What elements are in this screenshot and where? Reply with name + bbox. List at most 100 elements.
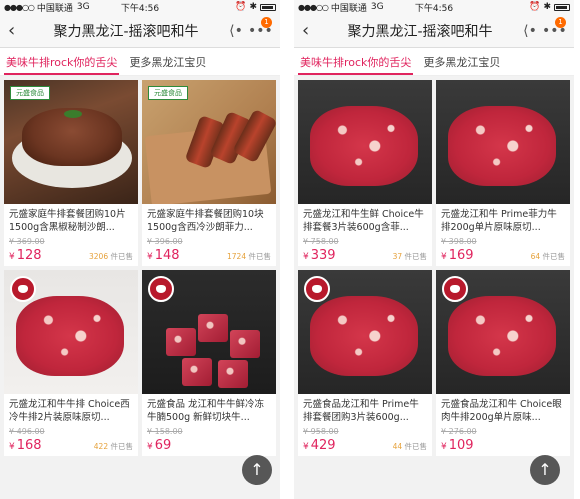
product-image: [436, 80, 570, 204]
product-card[interactable]: 元盛食品 龙江和牛牛鲜冷冻牛腩500g 新鲜切块牛... ¥ 158.00 ¥6…: [142, 270, 276, 456]
phone-screen-left: ●●●○○ 中国联通 3G 下午4:56 ⏰ ✱ ‹ 聚力黑龙江-摇滚吧和牛 ⟨…: [0, 0, 280, 499]
original-price: ¥ 398.00: [441, 237, 477, 246]
original-price: ¥ 369.00: [9, 237, 45, 246]
original-price: ¥ 958.00: [303, 427, 339, 436]
sale-price: 109: [448, 438, 474, 453]
carrier-name: 中国联通: [330, 3, 367, 14]
currency-symbol: ¥: [441, 252, 447, 262]
brand-logo-tag: 元盛食品: [10, 86, 50, 100]
sale-price: 148: [154, 248, 180, 263]
brand-logo-tag: 元盛食品: [148, 86, 188, 100]
status-time: 下午4:56: [120, 3, 160, 14]
notification-badge: 1: [261, 16, 272, 28]
signal-strength: ●●●○○: [4, 2, 35, 12]
sold-count: 44 件已售: [392, 442, 427, 451]
battery-icon: [260, 3, 276, 11]
product-image: [142, 270, 276, 394]
tab-steak-rock[interactable]: 美味牛排rock你的舌尖: [0, 48, 123, 75]
original-price: ¥ 758.00: [303, 237, 339, 246]
carrier-name: 中国联通: [36, 3, 73, 14]
sold-count: 422 件已售: [93, 442, 133, 451]
share-icon[interactable]: ⟨•: [518, 23, 542, 39]
nav-bar: ‹ 聚力黑龙江-摇滚吧和牛 ⟨• ••• 1: [0, 14, 280, 48]
share-icon[interactable]: ⟨•: [224, 23, 248, 39]
product-image: [436, 270, 570, 394]
product-title: 元盛食品龙江和牛 Choice眼肉牛排200g单片原味...: [441, 399, 562, 423]
product-image: [298, 270, 432, 394]
original-price: ¥ 396.00: [147, 237, 183, 246]
page-title: 聚力黑龙江-摇滚吧和牛: [53, 23, 199, 40]
product-card[interactable]: 元盛龙江和牛 Prime菲力牛排200g单片原味原切... ¥ 398.00 ¥…: [436, 80, 570, 266]
status-time: 下午4:56: [414, 3, 454, 14]
scroll-to-top-button[interactable]: ↑: [242, 455, 272, 485]
product-card[interactable]: 元盛龙江和牛生鲜 Choice牛排套餐3片装600g含菲... ¥ 758.00…: [298, 80, 432, 266]
brand-logo-icon: [304, 276, 330, 302]
scroll-to-top-button[interactable]: ↑: [530, 455, 560, 485]
status-bar: ●●●○○ 中国联通 3G 下午4:56 ⏰ ✱: [0, 0, 280, 14]
sale-price: 169: [448, 248, 474, 263]
sold-count: 37 件已售: [392, 252, 427, 261]
alarm-icon: ⏰: [529, 2, 541, 12]
currency-symbol: ¥: [9, 442, 15, 452]
phone-screen-right: ●●●○○ 中国联通 3G 下午4:56 ⏰ ✱ ‹ 聚力黑龙江-摇滚吧和牛 ⟨…: [294, 0, 574, 499]
brand-logo-icon: [10, 276, 36, 302]
more-icon[interactable]: ••• 1: [542, 16, 567, 39]
original-price: ¥ 496.00: [9, 427, 45, 436]
sale-price: 429: [310, 438, 336, 453]
product-card[interactable]: 元盛龙江和牛牛排 Choice西冷牛排2片装原味原切... ¥ 496.00 ¥…: [4, 270, 138, 456]
currency-symbol: ¥: [303, 252, 309, 262]
nav-bar: ‹ 聚力黑龙江-摇滚吧和牛 ⟨• ••• 1: [294, 14, 574, 48]
product-image: [298, 80, 432, 204]
currency-symbol: ¥: [147, 442, 153, 452]
product-title: 元盛家庭牛排套餐团购10片1500g含黑椒秘制沙朗...: [9, 209, 126, 233]
product-card[interactable]: 元盛食品 元盛家庭牛排套餐团购10块1500g含西冷沙朗菲力... ¥ 396.…: [142, 80, 276, 266]
original-price: ¥ 276.00: [441, 427, 477, 436]
tab-more-heilongjiang[interactable]: 更多黑龙江宝贝: [123, 48, 212, 75]
sold-count: 1724 件已售: [227, 252, 271, 261]
brand-logo-icon: [148, 276, 174, 302]
sale-price: 168: [16, 438, 42, 453]
tab-bar: 美味牛排rock你的舌尖 更多黑龙江宝贝: [0, 48, 280, 76]
product-image: 元盛食品: [4, 80, 138, 204]
brand-logo-icon: [442, 276, 468, 302]
tab-bar: 美味牛排rock你的舌尖 更多黑龙江宝贝: [294, 48, 574, 76]
tab-steak-rock[interactable]: 美味牛排rock你的舌尖: [294, 48, 417, 75]
sale-price: 128: [16, 248, 42, 263]
currency-symbol: ¥: [441, 442, 447, 452]
original-price: ¥ 158.00: [147, 427, 183, 436]
signal-strength: ●●●○○: [298, 2, 329, 12]
battery-icon: [554, 3, 570, 11]
more-icon[interactable]: ••• 1: [248, 16, 273, 39]
network-type: 3G: [370, 2, 384, 12]
back-button[interactable]: ‹: [8, 20, 28, 41]
status-bar: ●●●○○ 中国联通 3G 下午4:56 ⏰ ✱: [294, 0, 574, 14]
screenshot-stage: ●●●○○ 中国联通 3G 下午4:56 ⏰ ✱ ‹ 聚力黑龙江-摇滚吧和牛 ⟨…: [0, 0, 580, 499]
product-title: 元盛食品龙江和牛 Prime牛排套餐团购3片装600g...: [303, 399, 419, 423]
alarm-icon: ⏰: [235, 2, 247, 12]
product-grid: 元盛食品 元盛家庭牛排套餐团购10片1500g含黑椒秘制沙朗... ¥ 369.…: [0, 76, 280, 460]
tab-more-heilongjiang[interactable]: 更多黑龙江宝贝: [417, 48, 506, 75]
currency-symbol: ¥: [9, 252, 15, 262]
sale-price: 339: [310, 248, 336, 263]
back-button[interactable]: ‹: [302, 20, 322, 41]
sale-price: 69: [154, 438, 172, 453]
page-title: 聚力黑龙江-摇滚吧和牛: [347, 23, 493, 40]
notification-badge: 1: [555, 16, 566, 28]
product-card[interactable]: 元盛食品 元盛家庭牛排套餐团购10片1500g含黑椒秘制沙朗... ¥ 369.…: [4, 80, 138, 266]
bluetooth-icon: ✱: [543, 2, 551, 12]
product-image: [4, 270, 138, 394]
product-title: 元盛家庭牛排套餐团购10块1500g含西冷沙朗菲力...: [147, 209, 264, 233]
product-title: 元盛龙江和牛 Prime菲力牛排200g单片原味原切...: [441, 209, 557, 233]
product-title: 元盛食品 龙江和牛牛鲜冷冻牛腩500g 新鲜切块牛...: [147, 399, 265, 423]
product-title: 元盛龙江和牛生鲜 Choice牛排套餐3片装600g含菲...: [303, 209, 424, 233]
currency-symbol: ¥: [303, 442, 309, 452]
currency-symbol: ¥: [147, 252, 153, 262]
product-title: 元盛龙江和牛牛排 Choice西冷牛排2片装原味原切...: [9, 399, 130, 423]
sold-count: 64 件已售: [530, 252, 565, 261]
product-card[interactable]: 元盛食品龙江和牛 Prime牛排套餐团购3片装600g... ¥ 958.00 …: [298, 270, 432, 456]
product-grid: 元盛龙江和牛生鲜 Choice牛排套餐3片装600g含菲... ¥ 758.00…: [294, 76, 574, 460]
product-card[interactable]: 元盛食品龙江和牛 Choice眼肉牛排200g单片原味... ¥ 276.00 …: [436, 270, 570, 456]
network-type: 3G: [76, 2, 90, 12]
product-image: 元盛食品: [142, 80, 276, 204]
bluetooth-icon: ✱: [249, 2, 257, 12]
